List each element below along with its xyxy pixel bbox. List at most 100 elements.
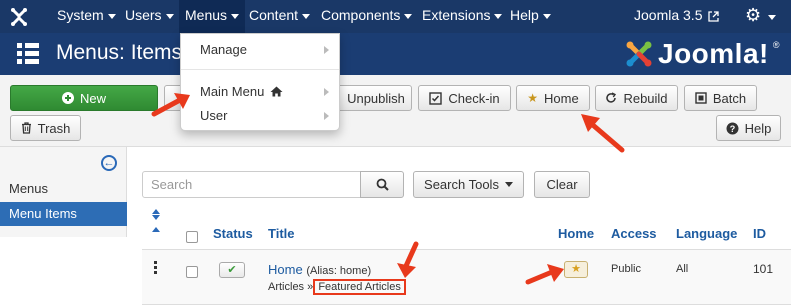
trash-button[interactable]: Trash (10, 115, 81, 141)
table-row-divider (142, 304, 791, 305)
row-alias: (Alias: home) (306, 265, 372, 277)
new-button-label: New (79, 90, 106, 106)
help-button[interactable]: ? Help (716, 115, 781, 141)
row-title-link[interactable]: Home (268, 262, 303, 277)
row-id: 101 (753, 262, 774, 276)
nav-extensions[interactable]: Extensions (422, 0, 503, 33)
chevron-down-icon (404, 13, 413, 19)
home-button-label: Home (544, 90, 579, 106)
page-header: Menus: Items Joomla! ® (0, 33, 791, 75)
search-button[interactable] (360, 171, 404, 198)
rebuild-button-label: Rebuild (623, 90, 668, 106)
row-type-featured-articles: Featured Articles (313, 279, 406, 295)
column-header-title[interactable]: Title (268, 226, 295, 241)
published-status-button[interactable]: ✔ (219, 262, 245, 278)
page-title: Menus: Items (56, 41, 183, 64)
top-navbar: System Users Menus Content Components Ex… (0, 0, 791, 33)
collapse-sidebar-icon[interactable]: ← (101, 155, 117, 171)
new-button[interactable]: New (10, 85, 158, 111)
nav-users[interactable]: Users (125, 0, 174, 33)
site-name: Joomla 3.5 (634, 7, 703, 23)
column-header-home[interactable]: Home (558, 226, 594, 241)
column-header-access[interactable]: Access (611, 226, 657, 241)
question-circle-icon: ? (726, 122, 739, 134)
home-icon (270, 86, 283, 97)
checkbox-icon (429, 91, 443, 105)
search-icon (376, 178, 389, 191)
row-menu-type: Articles » Featured Articles (268, 279, 406, 295)
ordering-sort-icon[interactable] (151, 209, 161, 235)
dropdown-item-user-label: User (200, 108, 228, 123)
joomla-mark-icon (626, 41, 652, 67)
nav-components[interactable]: Components (321, 0, 413, 33)
nav-extensions-label: Extensions (422, 7, 491, 23)
nav-help[interactable]: Help (510, 0, 551, 33)
plus-circle-icon (61, 92, 74, 104)
joomla-wordmark: Joomla! (658, 38, 769, 69)
nav-system[interactable]: System (57, 0, 116, 33)
batch-button[interactable]: Batch (684, 85, 757, 111)
nav-menus-label: Menus (185, 7, 228, 23)
nav-content-label: Content (249, 7, 299, 23)
dropdown-item-main-menu[interactable]: Main Menu (181, 81, 339, 103)
search-tools-button[interactable]: Search Tools (413, 171, 524, 198)
home-button[interactable]: ★ Home (516, 85, 590, 111)
chevron-right-icon (324, 112, 329, 120)
column-header-id[interactable]: ID (753, 226, 766, 241)
gear-icon[interactable]: ⚙ (745, 5, 761, 26)
column-header-language[interactable]: Language (676, 226, 737, 241)
dropdown-item-main-menu-label: Main Menu (200, 84, 265, 99)
rebuild-button[interactable]: Rebuild (595, 85, 678, 111)
dropdown-item-user[interactable]: User (181, 105, 339, 127)
nav-menus[interactable]: Menus (179, 0, 246, 33)
annotation-arrow-home-button (581, 114, 625, 153)
search-tools-label: Search Tools (424, 177, 499, 192)
clear-button[interactable]: Clear (534, 171, 590, 198)
joomla-brand-logo: Joomla! ® (624, 36, 780, 72)
row-access: Public (611, 263, 641, 275)
batch-button-label: Batch (712, 90, 747, 106)
chevron-down-icon (542, 13, 551, 19)
dropdown-item-manage[interactable]: Manage (181, 39, 339, 61)
clear-button-label: Clear (546, 177, 578, 192)
row-language: All (676, 263, 689, 275)
chevron-down-icon (231, 13, 240, 19)
row-type-group: Articles (268, 281, 305, 293)
row-title-cell: Home (Alias: home) (268, 262, 371, 277)
registered-mark: ® (772, 40, 780, 50)
site-link[interactable]: Joomla 3.5 (634, 0, 720, 31)
checkin-button[interactable]: Check-in (418, 85, 511, 111)
nav-components-label: Components (321, 7, 401, 23)
external-link-icon (708, 11, 720, 22)
select-all-checkbox[interactable] (186, 231, 198, 243)
nav-system-label: System (57, 7, 104, 23)
trash-button-label: Trash (37, 120, 71, 136)
chevron-right-icon (324, 88, 329, 96)
chevron-down-icon (302, 13, 311, 19)
column-header-status[interactable]: Status (213, 226, 253, 241)
chevron-down-icon (504, 182, 513, 187)
help-button-label: Help (744, 120, 772, 136)
chevron-down-icon (768, 15, 776, 20)
search-input[interactable] (142, 171, 361, 198)
menus-dropdown: Manage Main Menu User (180, 33, 340, 131)
chevron-down-icon (107, 13, 116, 19)
annotation-arrow-featured-articles (397, 241, 419, 278)
nav-help-label: Help (510, 7, 539, 23)
joomla-logo-icon[interactable] (8, 6, 30, 28)
dropdown-item-manage-label: Manage (200, 42, 247, 57)
drag-handle-icon[interactable] (154, 261, 158, 274)
trash-icon (21, 122, 31, 134)
chevron-right-icon (324, 46, 329, 54)
chevron-down-icon (494, 13, 503, 19)
refresh-icon (606, 92, 617, 103)
annotation-arrow-home-star (525, 264, 564, 285)
row-checkbox[interactable] (186, 266, 198, 278)
sidebar-item-menus[interactable]: Menus (0, 177, 127, 201)
sidebar-item-menu-items[interactable]: Menu Items (0, 202, 127, 226)
checkin-button-label: Check-in (448, 90, 500, 106)
dropdown-divider (181, 69, 339, 70)
star-icon: ★ (527, 91, 539, 105)
nav-content[interactable]: Content (249, 0, 311, 33)
list-icon (17, 43, 39, 64)
